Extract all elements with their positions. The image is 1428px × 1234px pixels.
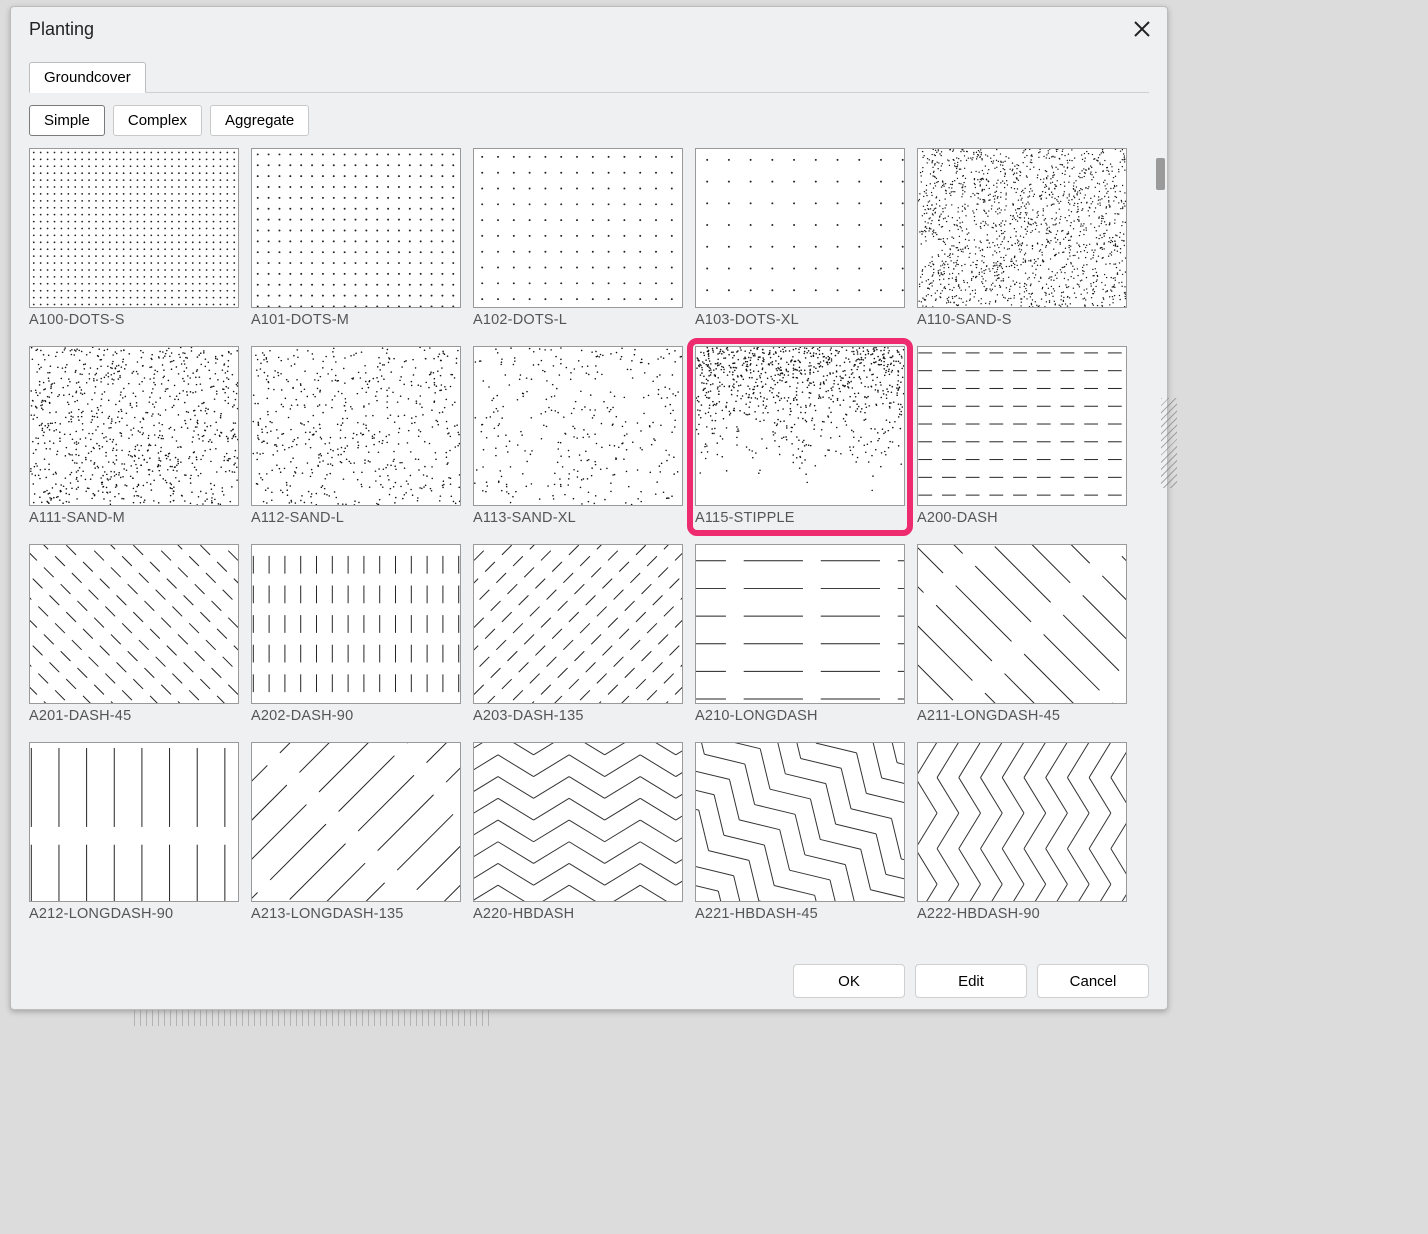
pattern-cell[interactable]: A220-HBDASH bbox=[473, 742, 683, 922]
background-hatch-right bbox=[1161, 398, 1177, 488]
pattern-cell[interactable]: A203-DASH-135 bbox=[473, 544, 683, 724]
pattern-cell[interactable]: A201-DASH-45 bbox=[29, 544, 239, 724]
pattern-swatch[interactable] bbox=[251, 346, 461, 506]
filter-aggregate[interactable]: Aggregate bbox=[210, 105, 309, 136]
pattern-swatch[interactable] bbox=[917, 742, 1127, 902]
pattern-cell[interactable]: A111-SAND-M bbox=[29, 346, 239, 526]
pattern-label: A113-SAND-XL bbox=[473, 510, 683, 526]
pattern-swatch[interactable] bbox=[29, 346, 239, 506]
pattern-swatch[interactable] bbox=[473, 346, 683, 506]
background-hatch-bottom bbox=[134, 1010, 494, 1026]
pattern-label: A200-DASH bbox=[917, 510, 1127, 526]
pattern-swatch[interactable] bbox=[917, 544, 1127, 704]
pattern-label: A203-DASH-135 bbox=[473, 708, 683, 724]
pattern-cell[interactable]: A202-DASH-90 bbox=[251, 544, 461, 724]
pattern-swatch[interactable] bbox=[251, 544, 461, 704]
close-icon[interactable] bbox=[1131, 18, 1153, 40]
pattern-label: A202-DASH-90 bbox=[251, 708, 461, 724]
pattern-cell[interactable]: A103-DOTS-XL bbox=[695, 148, 905, 328]
pattern-swatch[interactable] bbox=[473, 148, 683, 308]
pattern-cell[interactable]: A210-LONGDASH bbox=[695, 544, 905, 724]
edit-button[interactable]: Edit bbox=[915, 964, 1027, 998]
pattern-swatch[interactable] bbox=[695, 544, 905, 704]
filter-row: Simple Complex Aggregate bbox=[11, 93, 1167, 142]
tabs-area: Groundcover bbox=[11, 51, 1167, 93]
pattern-cell[interactable]: A213-LONGDASH-135 bbox=[251, 742, 461, 922]
pattern-swatch[interactable] bbox=[251, 742, 461, 902]
pattern-label: A210-LONGDASH bbox=[695, 708, 905, 724]
pattern-label: A110-SAND-S bbox=[917, 312, 1127, 328]
filter-simple[interactable]: Simple bbox=[29, 105, 105, 136]
pattern-swatch[interactable] bbox=[695, 742, 905, 902]
titlebar: Planting bbox=[11, 7, 1167, 51]
pattern-cell[interactable]: A221-HBDASH-45 bbox=[695, 742, 905, 922]
pattern-label: A221-HBDASH-45 bbox=[695, 906, 905, 922]
scrollbar-thumb[interactable] bbox=[1156, 158, 1165, 190]
pattern-cell[interactable]: A112-SAND-L bbox=[251, 346, 461, 526]
planting-dialog: Planting Groundcover Simple Complex Aggr… bbox=[10, 6, 1168, 1010]
pattern-swatch[interactable] bbox=[917, 346, 1127, 506]
pattern-cell[interactable]: A222-HBDASH-90 bbox=[917, 742, 1127, 922]
pattern-label: A211-LONGDASH-45 bbox=[917, 708, 1127, 724]
pattern-label: A222-HBDASH-90 bbox=[917, 906, 1127, 922]
pattern-swatch[interactable] bbox=[695, 346, 905, 506]
pattern-label: A100-DOTS-S bbox=[29, 312, 239, 328]
ok-button[interactable]: OK bbox=[793, 964, 905, 998]
pattern-cell[interactable]: A211-LONGDASH-45 bbox=[917, 544, 1127, 724]
pattern-cell[interactable]: A100-DOTS-S bbox=[29, 148, 239, 328]
dialog-title: Planting bbox=[29, 19, 94, 40]
pattern-label: A115-STIPPLE bbox=[695, 510, 905, 526]
tab-groundcover[interactable]: Groundcover bbox=[29, 62, 146, 93]
pattern-swatch[interactable] bbox=[29, 544, 239, 704]
pattern-label: A213-LONGDASH-135 bbox=[251, 906, 461, 922]
filter-complex[interactable]: Complex bbox=[113, 105, 202, 136]
pattern-cell[interactable]: A115-STIPPLE bbox=[695, 346, 905, 526]
pattern-label: A111-SAND-M bbox=[29, 510, 239, 526]
pattern-cell[interactable]: A110-SAND-S bbox=[917, 148, 1127, 328]
pattern-cell[interactable]: A212-LONGDASH-90 bbox=[29, 742, 239, 922]
pattern-cell[interactable]: A102-DOTS-L bbox=[473, 148, 683, 328]
pattern-label: A101-DOTS-M bbox=[251, 312, 461, 328]
pattern-gallery: A100-DOTS-S A101-DOTS-M A102-DOTS-L A103-DO… bbox=[29, 148, 1157, 922]
pattern-label: A220-HBDASH bbox=[473, 906, 683, 922]
tab-row: Groundcover bbox=[29, 61, 1149, 93]
pattern-swatch[interactable] bbox=[473, 742, 683, 902]
pattern-swatch[interactable] bbox=[473, 544, 683, 704]
pattern-label: A201-DASH-45 bbox=[29, 708, 239, 724]
dialog-footer: OK Edit Cancel bbox=[11, 953, 1167, 1009]
pattern-cell[interactable]: A200-DASH bbox=[917, 346, 1127, 526]
pattern-cell[interactable]: A101-DOTS-M bbox=[251, 148, 461, 328]
gallery-wrap: A100-DOTS-S A101-DOTS-M A102-DOTS-L A103-DO… bbox=[11, 142, 1167, 953]
pattern-label: A103-DOTS-XL bbox=[695, 312, 905, 328]
pattern-label: A212-LONGDASH-90 bbox=[29, 906, 239, 922]
cancel-button[interactable]: Cancel bbox=[1037, 964, 1149, 998]
pattern-swatch[interactable] bbox=[695, 148, 905, 308]
pattern-swatch[interactable] bbox=[251, 148, 461, 308]
pattern-swatch[interactable] bbox=[917, 148, 1127, 308]
pattern-swatch[interactable] bbox=[29, 148, 239, 308]
pattern-swatch[interactable] bbox=[29, 742, 239, 902]
pattern-label: A102-DOTS-L bbox=[473, 312, 683, 328]
pattern-cell[interactable]: A113-SAND-XL bbox=[473, 346, 683, 526]
pattern-label: A112-SAND-L bbox=[251, 510, 461, 526]
